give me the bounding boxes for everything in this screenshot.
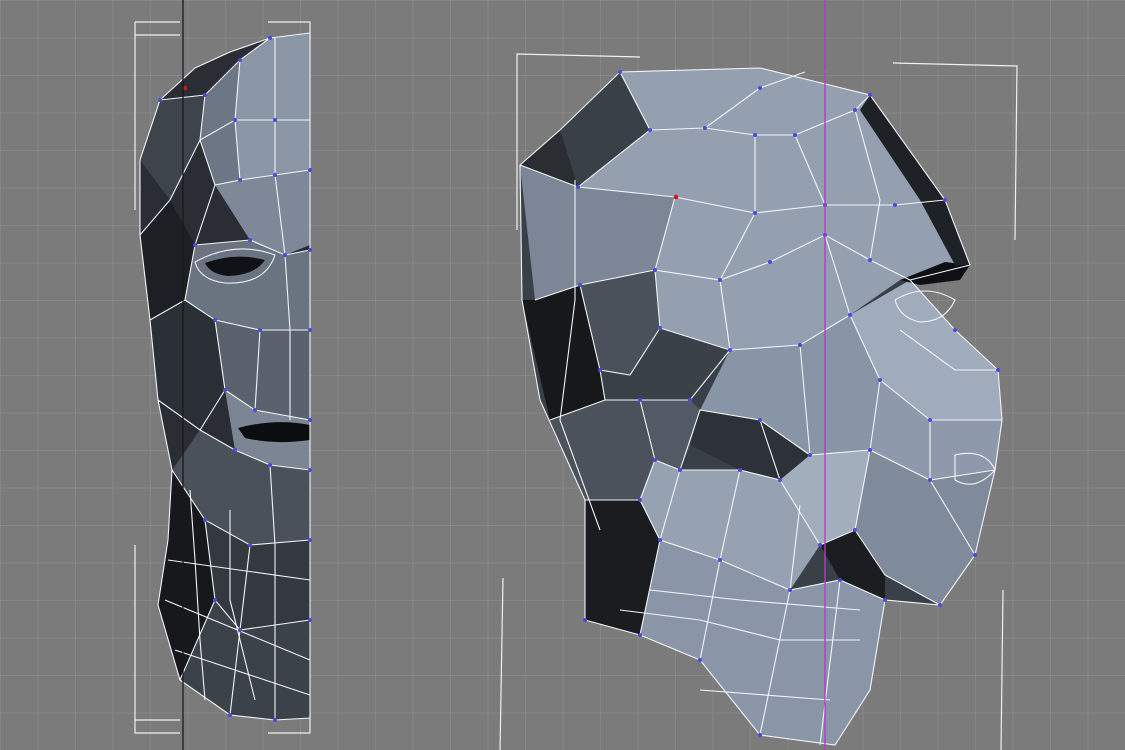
front-view-head-mesh[interactable] — [134, 0, 312, 750]
side-selected-vertex[interactable] — [673, 194, 679, 200]
side-view-head-mesh[interactable] — [499, 0, 1018, 750]
modeling-viewport[interactable] — [0, 0, 1125, 750]
viewport-canvas[interactable] — [0, 0, 1125, 750]
